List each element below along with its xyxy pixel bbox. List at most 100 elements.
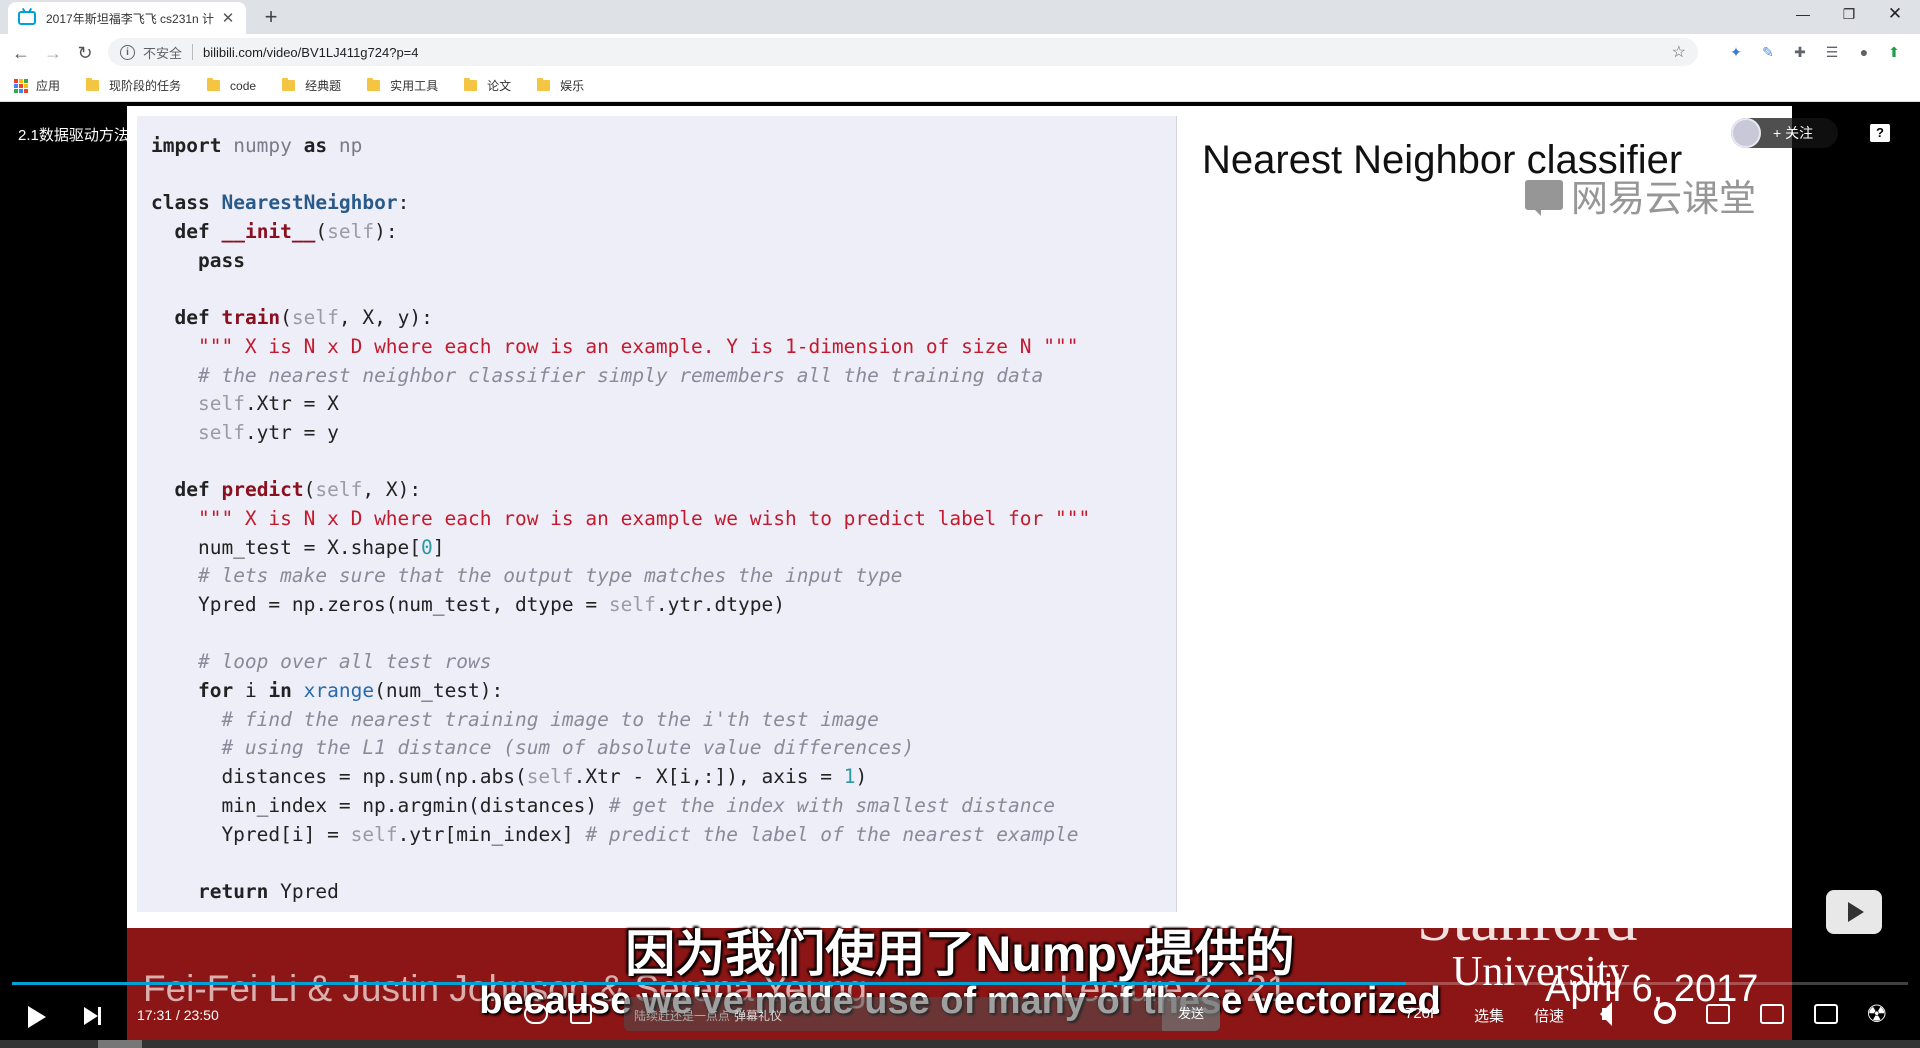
lecture-slide: import numpy as np class NearestNeighbor… [127,106,1792,1042]
forward-icon[interactable]: → [40,40,66,66]
new-tab-button[interactable]: + [258,4,284,30]
picture-in-picture-icon[interactable] [1706,1004,1730,1024]
apps-grid-icon [14,78,28,93]
follow-button[interactable]: + 关注 [1731,118,1838,148]
bookmark-label: 娱乐 [560,79,585,93]
settings-icon[interactable] [1654,1002,1676,1024]
extensions-puzzle-icon[interactable]: ✚ [1790,42,1810,62]
code-line: # find the nearest training image to the… [221,707,879,731]
code-line: Ypred[i] = self.ytr[min_index] # predict… [151,822,1079,846]
code-line: Ypred = np.zeros(num_test, dtype = self.… [151,593,785,616]
watermark: 网易云课堂 [1525,168,1756,222]
update-icon[interactable]: ⬆ [1884,42,1904,62]
extension-blue-icon[interactable]: ✦ [1726,42,1746,62]
code-line: def predict(self, X): [174,478,422,502]
bookmark-folder[interactable]: 实用工具 [367,77,438,94]
next-icon[interactable] [84,1007,101,1025]
bookmark-label: 论文 [487,79,512,93]
code-line: """ X is N x D where each row is an exam… [197,506,1091,530]
address-bar[interactable]: i 不安全 bilibili.com/video/BV1LJ411g724?p=… [108,38,1698,66]
code-line: num_test = X.shape[0] [151,535,445,559]
code-line: import numpy as np [151,134,363,157]
play-icon[interactable] [28,1006,46,1028]
bookmark-label: code [230,78,257,93]
bookmark-folder[interactable]: 经典题 [282,77,341,94]
danmaku-placeholder: 陆续赶还是一点点 弹幕礼仪 [634,1009,783,1023]
back-icon[interactable]: ← [8,40,34,66]
reload-icon[interactable]: ↻ [72,40,98,66]
folder-icon [282,78,296,91]
restore-icon[interactable]: ❐ [1826,0,1872,30]
folder-icon [207,78,221,91]
code-line: # the nearest neighbor classifier simply… [197,363,1044,387]
minimize-icon[interactable]: — [1780,0,1826,30]
url-text[interactable]: bilibili.com/video/BV1LJ411g724?p=4 [203,45,419,60]
watermark-text: 网易云课堂 [1571,178,1756,219]
bookmark-label: 经典题 [305,79,342,93]
browser-toolbar: ← → ↻ i 不安全 bilibili.com/video/BV1LJ411g… [0,34,1920,70]
extension-feather-icon[interactable]: ✎ [1758,42,1778,62]
bookmark-label: 现阶段的任务 [109,79,182,93]
mini-player-icon[interactable] [1826,890,1882,934]
bookmark-folder[interactable]: 现阶段的任务 [86,77,181,94]
fullscreen-icon[interactable]: ☢ [1866,1000,1888,1029]
code-line: def __init__(self): [174,220,398,244]
video-player[interactable]: import numpy as np class NearestNeighbor… [0,102,1920,1048]
code-line: distances = np.sum(np.abs(self.Xtr - X[i… [151,765,868,789]
danmaku-input[interactable]: 陆续赶还是一点点 弹幕礼仪 发送 [624,997,1220,1031]
code-panel: import numpy as np class NearestNeighbor… [137,116,1177,912]
danmaku-etiquette-link[interactable]: 弹幕礼仪 [734,1009,782,1023]
time-display: 17:31 / 23:50 [137,1007,219,1023]
quality-button[interactable]: 720P [1405,1005,1440,1022]
bookmark-label: 应用 [36,79,61,93]
folder-icon [367,78,381,91]
tab-strip: 2017年斯坦福李飞飞 cs231n 计 ✕ + — ❐ ✕ [0,0,1920,34]
bookmark-folder[interactable]: 娱乐 [537,77,584,94]
security-label[interactable]: 不安全 [143,43,182,62]
bookmark-apps[interactable]: 应用 [14,77,60,94]
tab-close-icon[interactable]: ✕ [220,9,236,27]
volume-icon[interactable] [1600,1002,1612,1026]
bookmark-label: 实用工具 [390,79,439,93]
speed-button[interactable]: 倍速 [1534,1005,1564,1026]
help-icon[interactable]: ? [1870,124,1890,142]
progress-bar[interactable] [12,982,1908,985]
code-line: min_index = np.argmin(distances) # get t… [151,793,1055,817]
episodes-button[interactable]: 选集 [1474,1005,1504,1026]
code-line: # loop over all test rows [197,650,492,674]
bookmark-folder[interactable]: 论文 [464,77,511,94]
code-line: class NearestNeighbor: [151,191,410,215]
video-title: 2.1数据驱动方法 [18,127,129,144]
follow-label: + 关注 [1773,125,1814,141]
subtitle-chinese: 因为我们使用了Numpy提供的 [625,926,1295,982]
web-fullscreen-icon[interactable] [1814,1004,1838,1024]
bookmark-star-icon[interactable]: ☆ [1672,42,1686,62]
info-icon[interactable]: i [120,44,135,60]
close-window-icon[interactable]: ✕ [1872,0,1918,30]
progress-fill [12,982,1406,985]
avatar[interactable] [1731,118,1761,148]
scrollbar-track[interactable] [0,1040,1920,1048]
danmaku-settings-icon[interactable] [570,1004,592,1024]
code-line: # lets make sure that the output type ma… [197,564,903,588]
bookmark-folder[interactable]: code [207,78,257,93]
code-line: self.Xtr = X [197,392,339,416]
code-line: for i in xrange(num_test): [197,679,504,703]
widescreen-icon[interactable] [1760,1004,1784,1024]
tab-active[interactable]: 2017年斯坦福李飞飞 cs231n 计 ✕ [8,2,246,34]
total-time: 23:50 [183,1007,219,1023]
scrollbar-thumb[interactable] [98,1040,142,1048]
code-line: def train(self, X, y): [174,306,433,330]
reading-list-icon[interactable]: ☰ [1822,42,1842,62]
danmaku-toggle-icon[interactable] [524,1004,548,1024]
current-time: 17:31 [137,1007,173,1023]
tab-title: 2017年斯坦福李飞飞 cs231n 计 [46,11,214,26]
send-button[interactable]: 发送 [1162,997,1220,1031]
profile-icon[interactable]: ● [1854,42,1874,62]
code-line: return Ypred [197,879,339,903]
divider [192,44,194,60]
code-line: self.ytr = y [197,420,339,444]
player-controls: 17:31 / 23:50 陆续赶还是一点点 弹幕礼仪 发送 720P 选集 倍速… [0,986,1920,1048]
